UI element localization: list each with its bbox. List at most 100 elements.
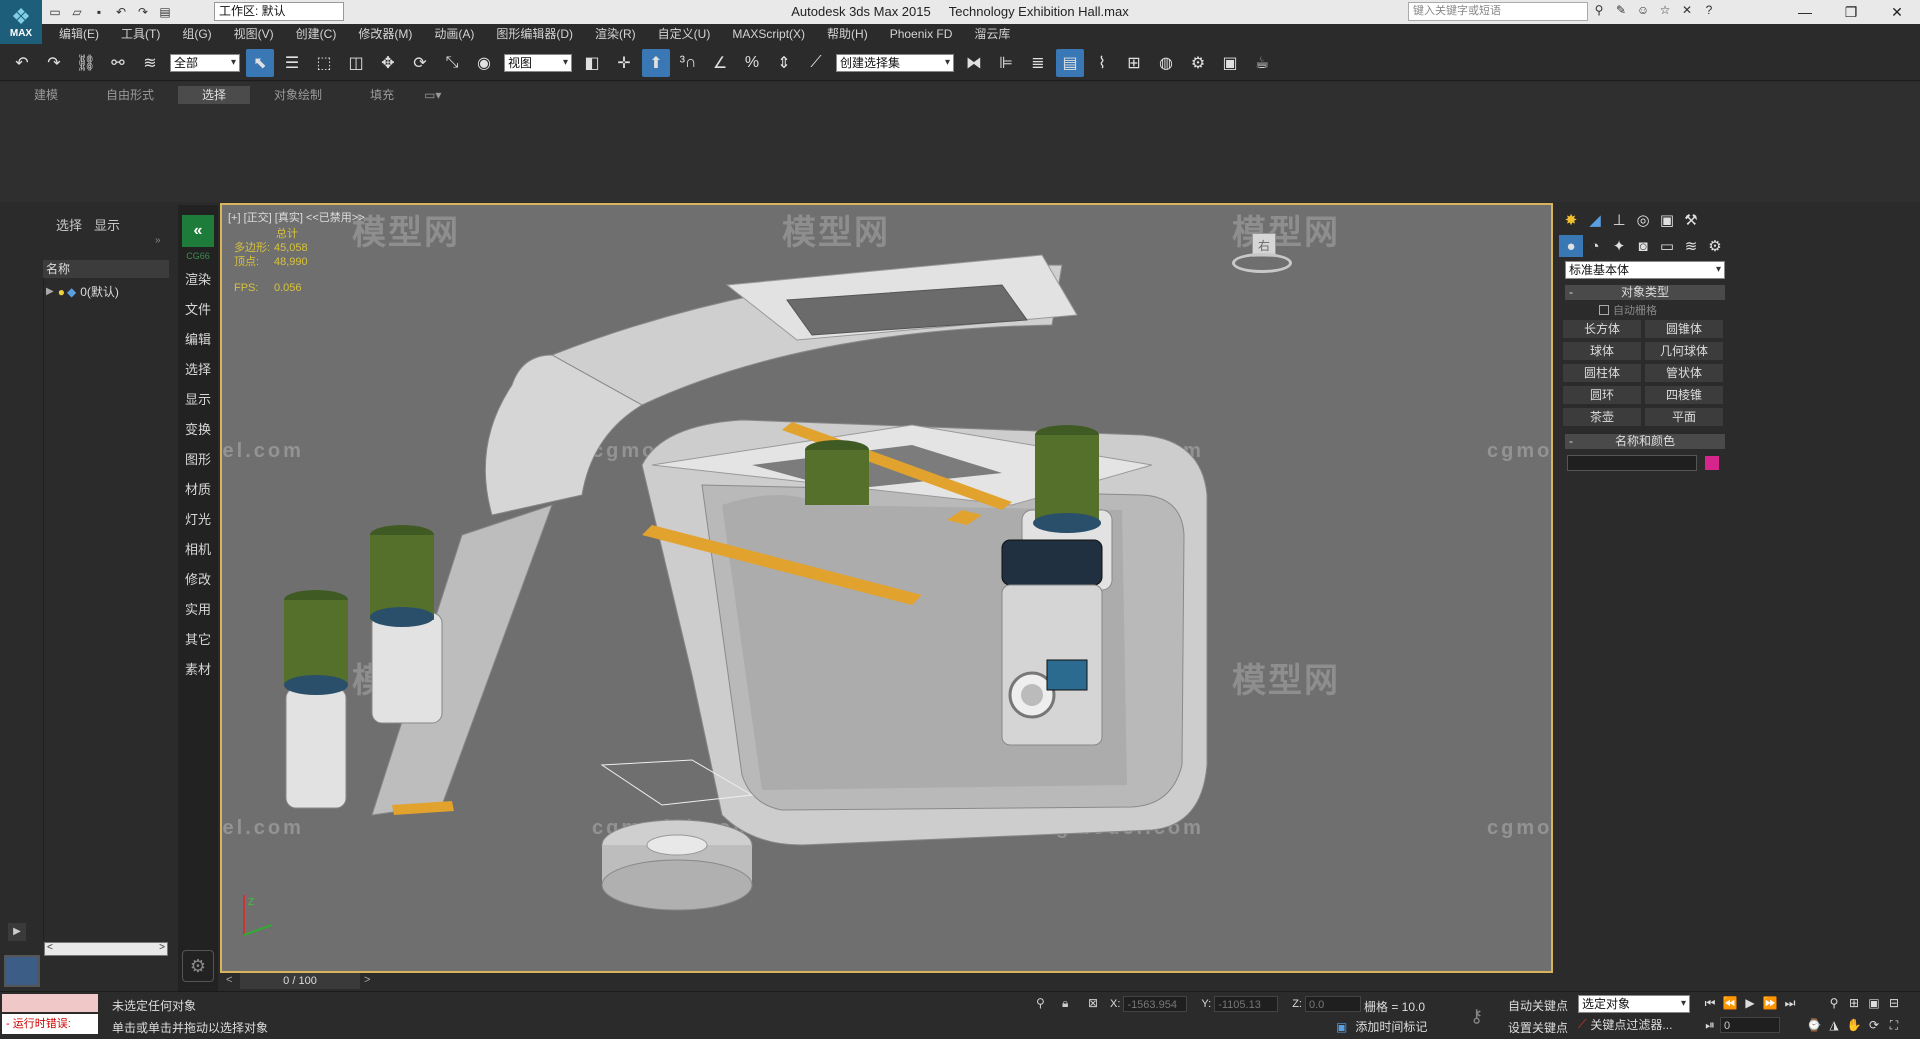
search-input[interactable]: 键入关键字或短语 xyxy=(1408,2,1588,21)
cmd-lights[interactable]: 灯光 xyxy=(178,505,218,535)
zoom-extents-all-icon[interactable]: ⊟ xyxy=(1884,994,1904,1012)
add-time-tag[interactable]: 添加时间标记 xyxy=(1355,1018,1427,1035)
menu-create[interactable]: 创建(C) xyxy=(285,24,348,45)
select-object-icon[interactable]: ⬉ xyxy=(246,48,274,77)
cmd-edit[interactable]: 编辑 xyxy=(178,325,218,355)
play-icon[interactable]: ▶ xyxy=(1740,994,1760,1012)
menu-animation[interactable]: 动画(A) xyxy=(423,24,485,45)
redo-icon[interactable]: ↷ xyxy=(134,4,152,20)
lock-selection-icon[interactable]: 🔒︎ xyxy=(1062,996,1068,1011)
curve-editor-icon[interactable]: ⌇ xyxy=(1088,49,1116,77)
scroll-left-icon[interactable]: < xyxy=(47,942,53,953)
spinner-snap-icon[interactable]: ⇕ xyxy=(770,49,798,77)
space-warps-icon[interactable]: ≋ xyxy=(1679,235,1703,257)
scene-scrollbar[interactable]: < > xyxy=(44,942,168,956)
time-tag-icon[interactable]: ▣ xyxy=(1336,1020,1347,1034)
cmd-other[interactable]: 其它 xyxy=(178,625,218,655)
scene-tab-display[interactable]: 显示 xyxy=(94,215,120,234)
rendered-frame-icon[interactable]: ▣ xyxy=(1216,49,1244,77)
cmd-select[interactable]: 选择 xyxy=(178,355,218,385)
goto-end-icon[interactable]: ⏭ xyxy=(1780,994,1800,1012)
key-filters-button[interactable]: 关键点过滤器... xyxy=(1590,1016,1672,1033)
orbit-icon[interactable]: ⟳ xyxy=(1864,1016,1884,1034)
app-logo[interactable]: ❖ MAX xyxy=(0,0,42,44)
lights-icon[interactable]: ✦ xyxy=(1607,235,1631,257)
cmd-shapes[interactable]: 图形 xyxy=(178,445,218,475)
star-icon[interactable]: ☆ xyxy=(1656,2,1674,18)
render-setup-icon[interactable]: ⚙ xyxy=(1184,49,1212,77)
tab-freeform[interactable]: 自由形式 xyxy=(82,86,178,104)
menu-graph-editors[interactable]: 图形编辑器(D) xyxy=(485,24,584,45)
tools-icon[interactable]: ✎ xyxy=(1612,2,1630,18)
zoom-all-icon[interactable]: ⊞ xyxy=(1844,994,1864,1012)
key-mode-dropdown[interactable]: 选定对象 xyxy=(1578,995,1690,1013)
motion-tab-icon[interactable]: ◎ xyxy=(1631,209,1655,231)
key-icon[interactable]: ⚷ xyxy=(1470,1006,1483,1027)
named-selection-dropdown[interactable]: 创建选择集 xyxy=(836,53,954,72)
user-icon[interactable]: ☺ xyxy=(1634,2,1652,18)
scene-tab-select[interactable]: 选择 xyxy=(56,215,82,234)
move-icon[interactable]: ✥ xyxy=(374,49,402,77)
scale-icon[interactable]: ⤡ xyxy=(438,49,466,77)
cmd-materials[interactable]: 材质 xyxy=(178,475,218,505)
time-slider[interactable]: 0 / 100 xyxy=(240,973,360,989)
viewcube-ring[interactable] xyxy=(1232,253,1292,273)
exhibition-hall-model[interactable]: Z xyxy=(222,205,1553,973)
mirror-icon[interactable]: ⧓ xyxy=(960,49,988,77)
box-button[interactable]: 长方体 xyxy=(1563,320,1641,338)
modify-tab-icon[interactable]: ◢ xyxy=(1583,209,1607,231)
helpers-icon[interactable]: ▭ xyxy=(1655,235,1679,257)
edit-named-sets-icon[interactable]: ⟋ xyxy=(802,49,830,77)
help-icon[interactable]: ? xyxy=(1700,2,1718,18)
autogrid-checkbox[interactable]: 自动栅格 xyxy=(1599,302,1729,318)
open-file-icon[interactable]: ▱ xyxy=(68,4,86,20)
systems-icon[interactable]: ⚙ xyxy=(1703,235,1727,257)
x-coordinate-field[interactable]: -1563.954 xyxy=(1123,996,1188,1012)
redo-icon[interactable]: ↷ xyxy=(40,49,68,77)
time-config-icon[interactable]: ⌚ xyxy=(1804,1016,1824,1034)
reference-coord-dropdown[interactable]: 视图 xyxy=(504,53,572,72)
menu-maxscript[interactable]: MAXScript(X) xyxy=(721,24,816,45)
set-key-button[interactable]: 设置关键点 xyxy=(1508,1019,1568,1036)
autogrid-check[interactable] xyxy=(1599,305,1609,315)
menu-rendering[interactable]: 渲染(R) xyxy=(584,24,647,45)
bind-space-warp-icon[interactable]: ≋ xyxy=(136,49,164,77)
zoom-extents-icon[interactable]: ▣ xyxy=(1864,994,1884,1012)
settings-gear-icon[interactable]: ⚙ xyxy=(182,950,214,982)
tube-button[interactable]: 管状体 xyxy=(1645,364,1723,382)
cone-button[interactable]: 圆锥体 xyxy=(1645,320,1723,338)
link-icon[interactable]: ⛓ xyxy=(72,49,100,77)
menu-help[interactable]: 帮助(H) xyxy=(816,24,879,45)
cmd-modify[interactable]: 修改 xyxy=(178,565,218,595)
render-production-icon[interactable]: ☕ xyxy=(1248,49,1276,77)
shapes-icon[interactable]: ◔ xyxy=(1583,235,1607,257)
menu-customize[interactable]: 自定义(U) xyxy=(647,24,722,45)
cmd-file[interactable]: 文件 xyxy=(178,295,218,325)
prev-frame-icon[interactable]: ⏪ xyxy=(1720,994,1740,1012)
menu-phoenix[interactable]: Phoenix FD xyxy=(879,24,964,45)
material-editor-icon[interactable]: ◍ xyxy=(1152,49,1180,77)
selection-filter-dropdown[interactable]: 全部 xyxy=(170,53,240,72)
current-frame-field[interactable]: 0 xyxy=(1720,1017,1780,1033)
tab-object-paint[interactable]: 对象绘制 xyxy=(250,86,346,104)
binoculars-icon[interactable]: ⚲ xyxy=(1590,2,1608,18)
expand-arrow-icon[interactable]: ▶ xyxy=(46,286,54,297)
y-coordinate-field[interactable]: -1105.13 xyxy=(1214,996,1279,1012)
time-prev-icon[interactable]: < xyxy=(226,974,232,986)
maxscript-listener-box[interactable] xyxy=(2,994,98,1012)
hold-icon[interactable]: ▤ xyxy=(156,4,174,20)
close-button[interactable]: ✕ xyxy=(1874,0,1920,24)
scene-item[interactable]: ▶ ● ◆ 0(默认) xyxy=(46,283,119,300)
align-icon[interactable]: ⊫ xyxy=(992,49,1020,77)
new-file-icon[interactable]: ▭ xyxy=(46,4,64,20)
sphere-button[interactable]: 球体 xyxy=(1563,342,1641,360)
cmd-display[interactable]: 显示 xyxy=(178,385,218,415)
schematic-view-icon[interactable]: ⊞ xyxy=(1120,49,1148,77)
menu-cloud-library[interactable]: 溜云库 xyxy=(963,24,1021,45)
menu-group[interactable]: 组(G) xyxy=(171,24,222,45)
object-color-swatch[interactable] xyxy=(1705,456,1719,470)
z-coordinate-field[interactable]: 0.0 xyxy=(1304,996,1361,1012)
geometry-type-dropdown[interactable]: 标准基本体 xyxy=(1565,261,1725,279)
play-scene-icon[interactable]: ▶ xyxy=(8,923,26,941)
cg66-logo-icon[interactable]: « xyxy=(182,215,214,247)
